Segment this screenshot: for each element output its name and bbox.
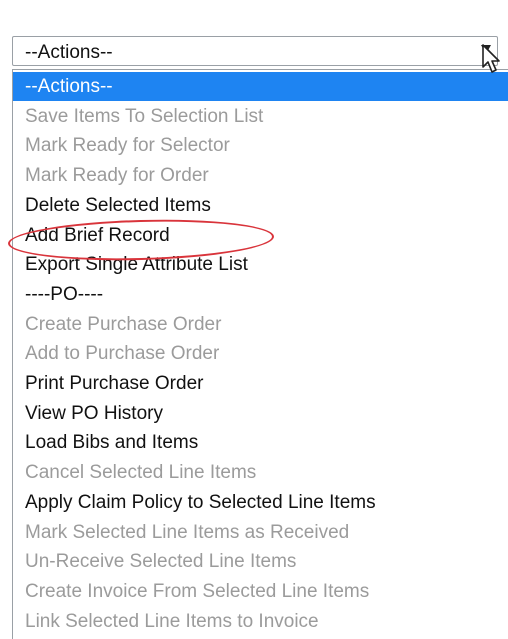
dropdown-option: Add to Purchase Order xyxy=(25,343,220,365)
actions-select[interactable]: --Actions-- xyxy=(12,36,498,66)
dropdown-option: Mark Ready for Order xyxy=(25,165,209,187)
dropdown-option[interactable]: Load Bibs and Items xyxy=(13,428,508,457)
dropdown-option[interactable]: View PO History xyxy=(13,399,508,428)
dropdown-option: Create Invoice From Selected Line Items xyxy=(25,580,370,602)
dropdown-option: Link Selected Line Items to Invoice xyxy=(25,610,319,632)
dropdown-option[interactable]: Delete Selected Items xyxy=(13,191,508,220)
actions-select-value: --Actions-- xyxy=(25,42,113,63)
dropdown-option: Save Items To Selection List xyxy=(25,105,264,127)
dropdown-option: Mark Ready for Selector xyxy=(25,135,230,157)
dropdown-option: Create Purchase Order xyxy=(25,313,222,335)
dropdown-option[interactable]: Print Purchase Order xyxy=(13,369,508,398)
actions-dropdown-list: --Actions-- Save Items To Selection List M… xyxy=(12,69,508,639)
dropdown-option[interactable]: --Actions-- xyxy=(13,72,508,101)
cropped-header-text xyxy=(0,0,508,14)
dropdown-option[interactable]: Apply Claim Policy to Selected Line Item… xyxy=(13,488,508,517)
dropdown-option[interactable]: ----PO---- xyxy=(13,280,508,309)
dropdown-option: Cancel Selected Line Items xyxy=(25,462,257,484)
dropdown-option: Mark Selected Line Items as Received xyxy=(25,521,350,543)
dropdown-option: Un-Receive Selected Line Items xyxy=(25,551,297,573)
mouse-pointer-icon xyxy=(482,44,500,73)
